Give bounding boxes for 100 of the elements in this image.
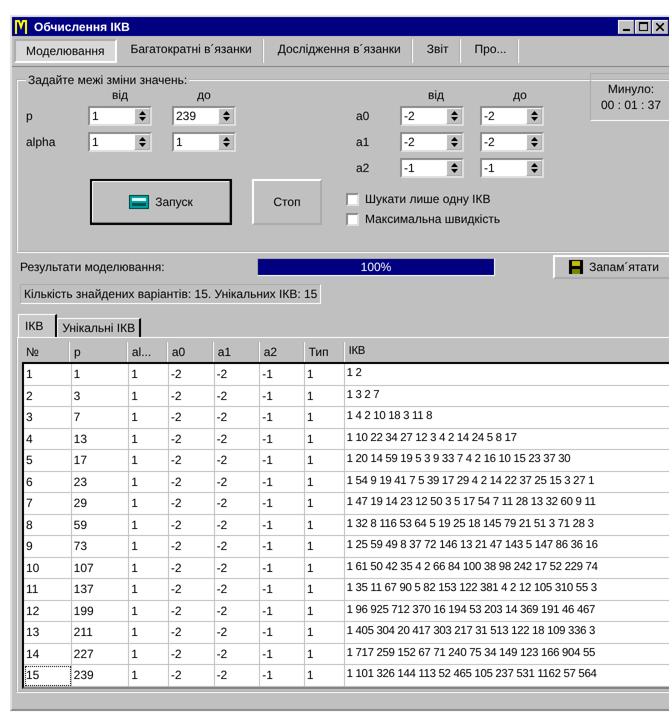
table-cell: 1	[129, 407, 169, 428]
minimize-icon	[622, 28, 630, 30]
table-cell: 11	[24, 579, 72, 600]
table-cell: 1	[129, 579, 169, 600]
checkbox-label: Максимальна швидкість	[365, 212, 500, 226]
table-cell: -2	[214, 472, 260, 493]
to-label: до	[512, 88, 528, 102]
app-logo-icon	[14, 18, 28, 34]
table-cell: 1	[304, 386, 345, 407]
summary-text: Кількість знайдених варіантів: 15. Унікальних ІКВ: 15	[20, 284, 322, 304]
spin-button[interactable]	[526, 160, 542, 176]
table-cell: -2	[168, 450, 215, 472]
table-cell: -2	[168, 536, 215, 558]
table-cell: 1	[304, 558, 345, 579]
elapsed-time: 00 : 01 : 37	[600, 98, 662, 112]
table-cell: 1	[129, 364, 169, 386]
checkbox[interactable]	[346, 212, 359, 226]
table-cell: 239	[72, 665, 130, 686]
table-cell: 1	[304, 600, 345, 622]
from-label: від	[426, 88, 446, 102]
spin-button[interactable]	[526, 108, 542, 124]
table-cell: -2	[214, 514, 260, 536]
spin-field[interactable]: -2	[480, 132, 544, 152]
tab[interactable]: Звіт	[416, 39, 461, 63]
table-cell: 107	[72, 558, 130, 579]
table-cell: 2	[24, 386, 72, 407]
table-cell: 1 47 19 14 23 12 50 3 5 17 54 7 11 28 13 32 60 9 11	[344, 493, 669, 514]
table-cell: 1	[304, 407, 345, 428]
from-label: від	[110, 88, 130, 102]
table-cell: 227	[72, 644, 130, 665]
group-title: Задайте межі зміни значень:	[27, 73, 188, 87]
tab[interactable]: ІКВ	[18, 314, 58, 337]
stop-button[interactable]: Стоп	[252, 179, 322, 225]
spin-field[interactable]: -1	[400, 158, 464, 178]
spin-field[interactable]: 1	[88, 132, 152, 152]
spin-button[interactable]	[446, 134, 462, 150]
minimize-button[interactable]	[618, 20, 634, 34]
table-cell: -2	[168, 472, 215, 493]
close-button[interactable]	[652, 20, 668, 34]
table-cell: 1 20 14 59 19 5 3 9 33 7 4 2 16 10 15 23 37 30	[344, 450, 669, 472]
tab[interactable]: Моделювання	[14, 39, 116, 63]
tab[interactable]: Дослідження в´язанки	[268, 39, 413, 63]
spin-button[interactable]	[218, 108, 234, 124]
table-cell: -1	[260, 472, 305, 493]
table-cell: 1	[129, 386, 169, 407]
table-cell: 1	[129, 644, 169, 665]
table-cell: 12	[24, 600, 72, 622]
table-cell: 1 35 11 67 90 5 82 153 122 381 4 2 12 105 310 55 3	[344, 579, 669, 600]
table-cell: 7	[24, 493, 72, 514]
table-cell: 1	[304, 665, 345, 686]
table-cell: 23	[72, 472, 130, 493]
save-button[interactable]: Запам´ятати	[553, 255, 669, 279]
table-cell: 1	[129, 428, 169, 450]
calculator-icon	[129, 195, 150, 209]
table-cell: 199	[72, 600, 130, 622]
maximize-button[interactable]	[635, 20, 651, 34]
table-cell: 1 405 304 20 417 303 217 31 513 122 18 109 336 3	[344, 622, 669, 644]
spin-button[interactable]	[446, 160, 462, 176]
table-cell: -2	[214, 579, 260, 600]
table-cell: 1	[129, 472, 169, 493]
table-cell: 1	[129, 622, 169, 644]
table-cell: -2	[168, 428, 215, 450]
table-cell: -2	[168, 364, 215, 386]
table-cell: -2	[168, 493, 215, 514]
table-cell: 1	[129, 493, 169, 514]
spin-field[interactable]: 1	[172, 132, 236, 152]
tab[interactable]: Про...	[464, 39, 519, 63]
spin-field[interactable]: -1	[480, 158, 544, 178]
checkbox[interactable]	[346, 192, 359, 206]
spin-arrows-icon	[138, 110, 146, 122]
table-cell: 1 717 259 152 67 71 240 75 34 149 123 166 904 55	[344, 644, 669, 665]
spin-arrows-icon	[450, 136, 458, 148]
table-cell: -2	[168, 600, 215, 622]
run-button[interactable]: Запуск	[90, 179, 232, 225]
table-cell: -2	[214, 536, 260, 558]
table-cell: 5	[24, 450, 72, 472]
table-cell: -1	[260, 579, 305, 600]
spin-button[interactable]	[526, 134, 542, 150]
spin-field[interactable]: 239	[172, 106, 236, 126]
table-cell: -1	[260, 514, 305, 536]
spin-button[interactable]	[134, 108, 150, 124]
table-cell: -1	[260, 386, 305, 407]
table-cell: -2	[168, 665, 215, 686]
table-cell: 10	[24, 558, 72, 579]
maximize-icon	[638, 22, 648, 31]
spin-button[interactable]	[134, 134, 150, 150]
tab[interactable]: Багатократні в´язанки	[120, 39, 264, 63]
spin-button[interactable]	[218, 134, 234, 150]
tab[interactable]: Унікальні ІКВ	[57, 318, 142, 337]
table-cell: 9	[24, 536, 72, 558]
spin-field[interactable]: -2	[400, 106, 464, 126]
table-cell: 1 2	[344, 364, 669, 386]
spin-field[interactable]: 1	[88, 106, 152, 126]
spin-button[interactable]	[446, 108, 462, 124]
spin-field[interactable]: -2	[480, 106, 544, 126]
table-cell: -1	[260, 644, 305, 665]
table-cell: 13	[24, 622, 72, 644]
spin-field[interactable]: -2	[400, 132, 464, 152]
table-cell: -1	[260, 493, 305, 514]
table-cell: 211	[72, 622, 130, 644]
